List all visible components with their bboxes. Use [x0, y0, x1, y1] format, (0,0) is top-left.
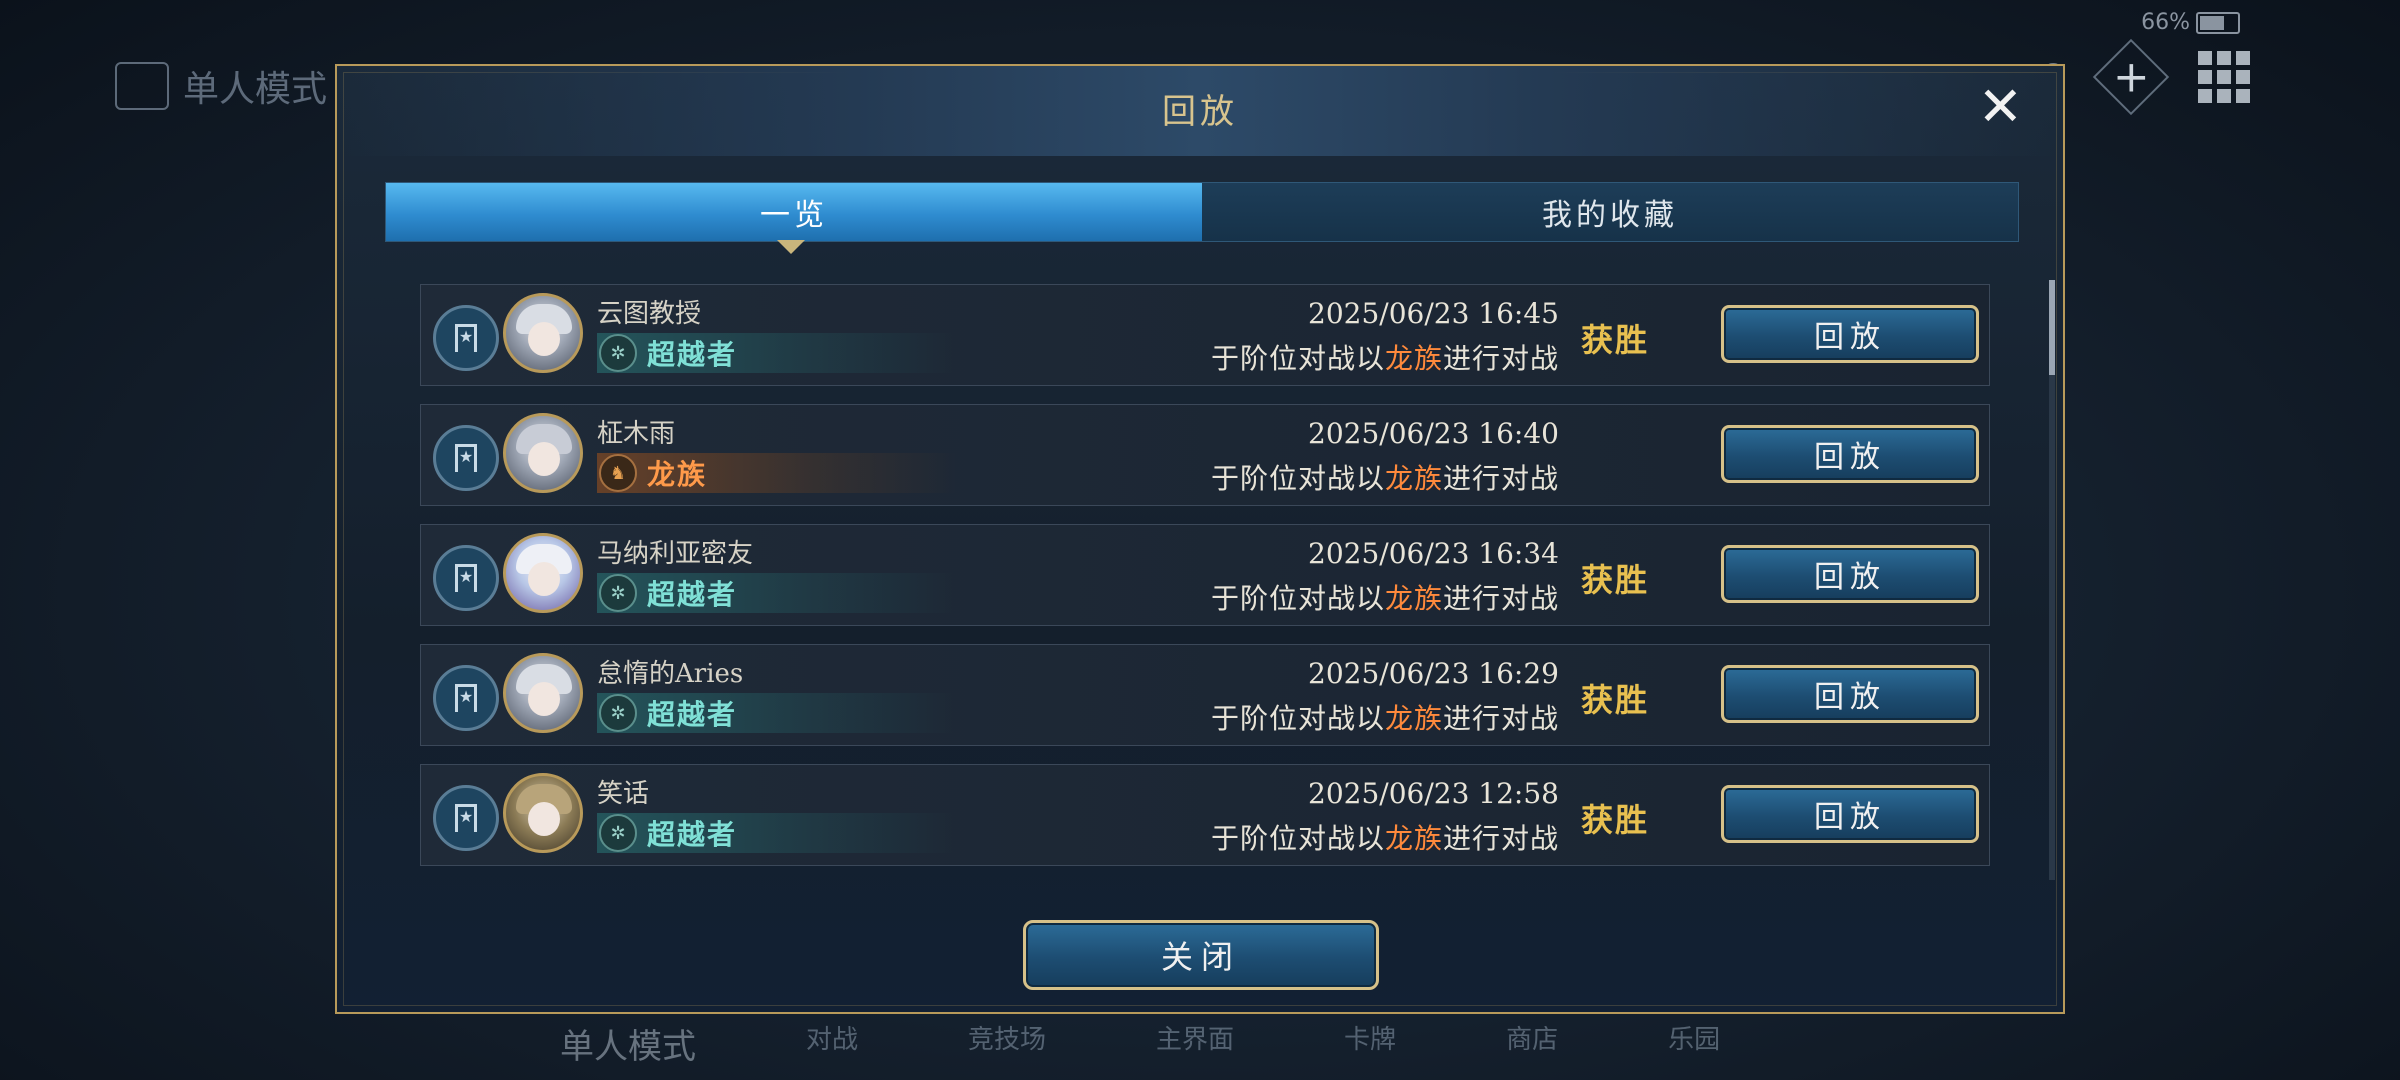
player-name: 怠惰的Aries [597, 659, 744, 689]
transcender-icon: ✲ [599, 334, 637, 372]
close-button[interactable]: 关闭 [1023, 920, 1379, 990]
replay-button[interactable]: 回放 [1721, 305, 1979, 363]
class-badge: ✲ 超越者 [597, 693, 957, 733]
mode-title: 单人模式 [115, 60, 327, 112]
avatar [503, 413, 583, 493]
class-badge: ✲ 超越者 [597, 573, 957, 613]
class-label: 超越者 [647, 578, 738, 611]
nav-item[interactable]: 乐园 [1668, 1019, 1720, 1068]
battery-text: 66% [2141, 10, 2190, 35]
match-date: 2025/06/23 16:40 [1308, 417, 1559, 450]
battery-icon [2196, 11, 2240, 34]
match-result: 获胜 [1580, 801, 1649, 839]
tab-overview[interactable]: 一览 [386, 183, 1202, 241]
player-name: 柾木雨 [597, 419, 676, 449]
player-name: 马纳利亚密友 [597, 539, 754, 569]
replay-list: ★ 云图教授 ✲ 超越者 2025/06/23 16:45 于阶位对战以龙族进行对… [420, 284, 1990, 884]
top-right-controls: 8 + [2042, 38, 2250, 116]
nav-item[interactable]: 商店 [1506, 1019, 1558, 1068]
nav-item[interactable]: 单人模式 [560, 1019, 696, 1068]
nav-item[interactable]: 主界面 [1156, 1019, 1234, 1068]
match-desc: 于阶位对战以龙族进行对战 [1210, 582, 1559, 615]
class-badge: ✲ 超越者 [597, 813, 957, 853]
grid-menu-icon[interactable] [2198, 51, 2250, 103]
tab-bar: 一览 我的收藏 [385, 182, 2019, 242]
avatar [503, 773, 583, 853]
replay-button[interactable]: 回放 [1721, 545, 1979, 603]
avatar [503, 293, 583, 373]
nav-item[interactable]: 卡牌 [1344, 1019, 1396, 1068]
transcender-icon: ✲ [599, 574, 637, 612]
scroll-thumb[interactable] [2049, 280, 2055, 375]
match-result: 获胜 [1580, 561, 1649, 599]
nav-item[interactable]: 对战 [806, 1019, 858, 1068]
favorite-button[interactable]: ★ [433, 305, 499, 371]
player-name: 笑话 [597, 779, 650, 809]
avatar [503, 653, 583, 733]
replay-row: ★ 柾木雨 ♞ 龙族 2025/06/23 16:40 于阶位对战以龙族进行对战 … [420, 404, 1990, 506]
replay-button[interactable]: 回放 [1721, 785, 1979, 843]
favorite-button[interactable]: ★ [433, 785, 499, 851]
match-date: 2025/06/23 16:34 [1308, 537, 1559, 570]
match-date: 2025/06/23 16:29 [1308, 657, 1559, 690]
scrollbar[interactable] [2049, 280, 2055, 880]
dialog-title: 回放 [1162, 92, 1238, 132]
favorite-button[interactable]: ★ [433, 545, 499, 611]
replay-button[interactable]: 回放 [1721, 425, 1979, 483]
match-desc: 于阶位对战以龙族进行对战 [1210, 702, 1559, 735]
close-icon[interactable]: ✕ [1978, 80, 2023, 134]
class-label: 超越者 [647, 338, 738, 371]
match-result: 获胜 [1580, 321, 1649, 359]
replay-row: ★ 云图教授 ✲ 超越者 2025/06/23 16:45 于阶位对战以龙族进行对… [420, 284, 1990, 386]
transcender-icon: ✲ [599, 814, 637, 852]
class-badge: ✲ 超越者 [597, 333, 957, 373]
tab-favorites[interactable]: 我的收藏 [1202, 183, 2018, 241]
plus-button[interactable]: + [2092, 38, 2170, 116]
replay-button[interactable]: 回放 [1721, 665, 1979, 723]
match-desc: 于阶位对战以龙族进行对战 [1210, 462, 1559, 495]
replay-row: ★ 怠惰的Aries ✲ 超越者 2025/06/23 16:29 于阶位对战以龙… [420, 644, 1990, 746]
battery-indicator: 66% [2141, 10, 2240, 35]
active-tab-indicator [777, 240, 805, 254]
match-desc: 于阶位对战以龙族进行对战 [1210, 822, 1559, 855]
nav-item[interactable]: 竞技场 [968, 1019, 1046, 1068]
favorite-button[interactable]: ★ [433, 425, 499, 491]
dragon-icon: ♞ [599, 454, 637, 492]
class-label: 龙族 [647, 458, 708, 491]
match-result: 获胜 [1580, 681, 1649, 719]
replay-row: ★ 马纳利亚密友 ✲ 超越者 2025/06/23 16:34 于阶位对战以龙族进… [420, 524, 1990, 626]
bottom-nav: 单人模式 对战 竞技场 主界面 卡牌 商店 乐园 [560, 1019, 1720, 1068]
player-name: 云图教授 [597, 299, 702, 329]
match-desc: 于阶位对战以龙族进行对战 [1210, 342, 1559, 375]
mode-title-text: 单人模式 [183, 69, 328, 110]
class-label: 超越者 [647, 818, 738, 851]
avatar [503, 533, 583, 613]
replay-dialog: 回放 ✕ 一览 我的收藏 ★ 云图教授 ✲ 超越者 2025/06/23 16:4… [335, 64, 2065, 1014]
mode-icon [115, 62, 169, 110]
class-badge: ♞ 龙族 [597, 453, 957, 493]
transcender-icon: ✲ [599, 694, 637, 732]
replay-row: ★ 笑话 ✲ 超越者 2025/06/23 12:58 于阶位对战以龙族进行对战 … [420, 764, 1990, 866]
match-date: 2025/06/23 16:45 [1308, 297, 1559, 330]
plus-icon: + [2112, 51, 2150, 102]
class-label: 超越者 [647, 698, 738, 731]
favorite-button[interactable]: ★ [433, 665, 499, 731]
match-date: 2025/06/23 12:58 [1308, 777, 1559, 810]
